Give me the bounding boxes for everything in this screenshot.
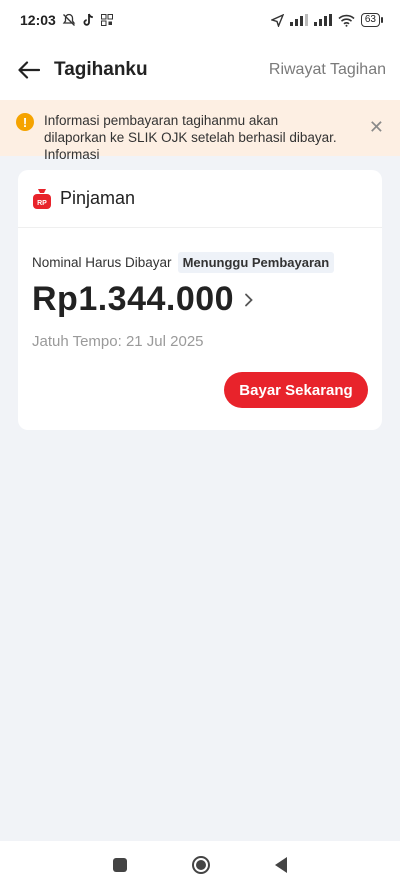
amount-row[interactable]: Rp1.344.000: [32, 280, 254, 319]
money-bag-icon: RP: [33, 188, 51, 209]
qr-icon: [100, 14, 113, 26]
info-banner: ! Informasi pembayaran tagihanmu akan di…: [0, 100, 400, 162]
bill-history-link[interactable]: Riwayat Tagihan: [269, 61, 386, 79]
status-left-icons: [62, 13, 113, 27]
back-triangle-icon[interactable]: [275, 857, 288, 873]
due-date: Jatuh Tempo: 21 Jul 2025: [32, 333, 204, 350]
wifi-icon: [338, 14, 355, 27]
app-bar: Tagihanku Riwayat Tagihan: [0, 40, 400, 100]
nominal-label: Nominal Harus Dibayar: [32, 255, 172, 270]
amount-value: Rp1.344.000: [32, 280, 235, 318]
money-bag-icon-text: RP: [37, 200, 47, 207]
chevron-right-icon: [245, 293, 253, 306]
tiktok-icon: [83, 13, 93, 26]
recent-apps-icon[interactable]: [112, 858, 127, 872]
status-bar: 12:03 63: [0, 0, 400, 40]
system-nav-bar: [0, 841, 400, 889]
status-time: 12:03: [20, 12, 56, 28]
banner-text: Informasi pembayaran tagihanmu akan dila…: [44, 113, 337, 162]
nominal-row: Nominal Harus Dibayar Menunggu Pembayara…: [32, 252, 335, 273]
arrow-left-icon: [18, 61, 40, 79]
bell-off-icon: [62, 13, 76, 26]
status-right-icons: 63: [270, 13, 384, 27]
signal-icon-2: [313, 14, 332, 26]
home-icon[interactable]: [191, 856, 210, 874]
battery-indicator: 63: [360, 13, 384, 27]
card-header: RP Pinjaman: [18, 170, 382, 228]
signal-icon: [289, 14, 308, 26]
loan-card: RP Pinjaman Nominal Harus Dibayar Menung…: [18, 170, 382, 430]
page-title: Tagihanku: [54, 59, 148, 80]
back-button[interactable]: [14, 55, 44, 85]
pay-now-button[interactable]: Bayar Sekarang: [224, 372, 368, 408]
location-arrow-icon: [270, 13, 284, 27]
card-title: Pinjaman: [60, 188, 136, 208]
warning-icon: !: [16, 113, 34, 131]
close-icon[interactable]: ✕: [369, 112, 384, 142]
status-badge: Menunggu Pembayaran: [177, 252, 335, 273]
